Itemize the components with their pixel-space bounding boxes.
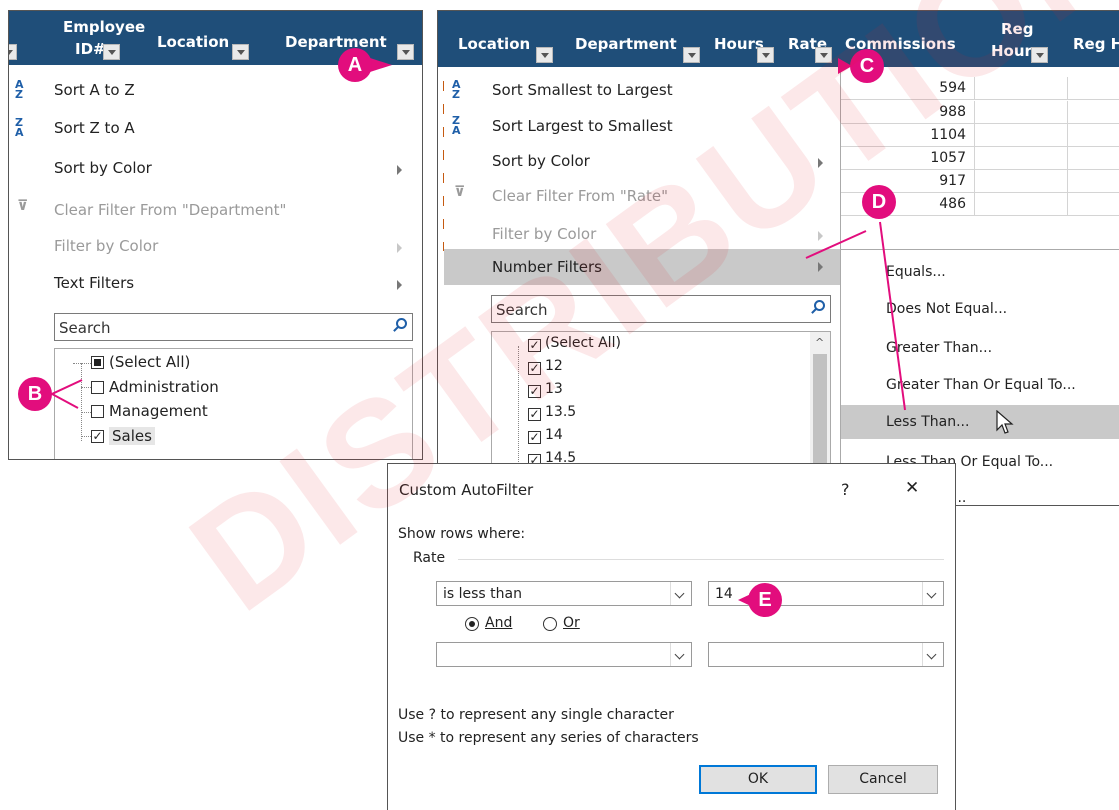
callout-lines [49,58,906,607]
callout-b-line [49,379,83,409]
callout-e: E [748,583,782,617]
callout-a: A [338,48,372,82]
callout-c: C [850,49,884,83]
callout-d: D [862,185,896,219]
callout-d-line-2 [879,221,906,411]
callout-b: B [18,377,52,411]
callout-d-line-1 [805,230,867,259]
callout-a-pointer [370,58,392,72]
